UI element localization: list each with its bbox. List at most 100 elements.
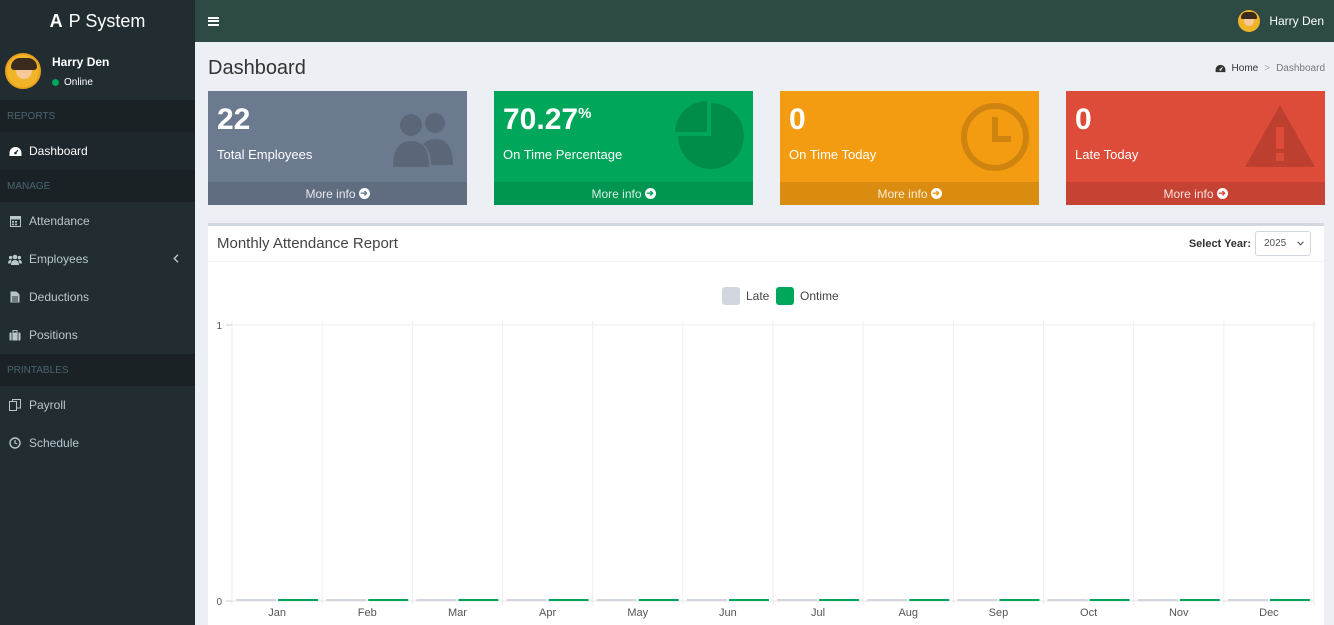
user-panel: Harry Den Online (0, 42, 195, 100)
top-user-name: Harry Den (1269, 14, 1324, 28)
chart-bar-late (596, 599, 637, 601)
chart-bar-ontime (1089, 599, 1130, 601)
hamburger-icon[interactable] (208, 16, 219, 26)
chart-bar-late (326, 599, 367, 601)
chart-bar-late (416, 599, 457, 601)
x-tick-label: Apr (539, 607, 556, 619)
sidebar-item-label: Payroll (29, 398, 66, 412)
stat-label: On Time Today (789, 147, 877, 162)
stat-value: 0 (1075, 103, 1092, 136)
app-logo[interactable]: A P System (0, 0, 195, 42)
x-tick-label: Jul (811, 607, 825, 619)
chart-bar-late (506, 599, 547, 601)
clock-icon (961, 103, 1029, 171)
files-icon (8, 399, 22, 411)
attendance-bar-chart: Late Ontime 1 0 Jan Feb Mar Apr May Jun Jul Aug Sep O… (216, 287, 1315, 619)
user-status-label: Online (64, 76, 93, 88)
stat-label: Late Today (1075, 147, 1139, 162)
chart-bar-ontime (728, 599, 769, 601)
year-select-value: 2025 (1264, 238, 1287, 249)
more-info-link[interactable]: More info ➜ (780, 182, 1039, 205)
breadcrumb-current: Dashboard (1276, 63, 1325, 74)
main-content: Dashboard Home > Dashboard 22 Total Empl… (195, 42, 1334, 625)
x-tick-label: Jun (719, 607, 737, 619)
y-tick-label: 1 (216, 321, 222, 332)
chart-bar-ontime (548, 599, 589, 601)
stat-value: 0 (789, 103, 806, 136)
select-year-label: Select Year: (1188, 237, 1251, 250)
section-header-reports: REPORTS (0, 100, 195, 132)
chevron-down-icon (1297, 239, 1304, 248)
page-title: Dashboard (208, 57, 306, 79)
chart-bar-ontime (278, 599, 319, 601)
chart-bar-ontime (819, 599, 860, 601)
chart-bar-ontime (1269, 599, 1310, 601)
stat-box-total-employees: 22 Total Employees More info ➜ (208, 91, 467, 205)
report-title: Monthly Attendance Report (217, 235, 398, 252)
sidebar-item-dashboard[interactable]: Dashboard (0, 132, 195, 170)
stat-box-on-time-today: 0 On Time Today More info ➜ (780, 91, 1039, 205)
sidebar-item-label: Positions (29, 328, 78, 342)
warning-icon (1245, 105, 1315, 167)
legend-swatch (776, 287, 794, 305)
breadcrumb-home[interactable]: Home (1215, 63, 1259, 74)
logo-text: P System (68, 10, 146, 31)
chevron-left-icon (173, 252, 179, 266)
chart-bar-ontime (1179, 599, 1220, 601)
clock-icon (8, 437, 22, 449)
x-tick-label: Jan (268, 607, 286, 619)
more-info-link[interactable]: More info ➜ (208, 182, 467, 205)
sidebar-item-positions[interactable]: Positions (0, 316, 195, 354)
chart-bar-ontime (368, 599, 409, 601)
more-info-link[interactable]: More info ➜ (1066, 182, 1325, 205)
breadcrumb-separator: > (1264, 63, 1271, 74)
sidebar-item-payroll[interactable]: Payroll (0, 386, 195, 424)
user-menu[interactable]: Harry Den (1238, 10, 1324, 32)
sidebar-item-label: Deductions (29, 290, 90, 304)
stat-label: Total Employees (217, 147, 313, 162)
pie-chart-icon (675, 101, 744, 169)
stat-label: On Time Percentage (503, 147, 623, 162)
sidebar-item-schedule[interactable]: Schedule (0, 424, 195, 462)
chart-bar-ontime (638, 599, 679, 601)
more-info-link[interactable]: More info ➜ (494, 182, 753, 205)
stat-box-on-time-percentage: 70.27% On Time Percentage More info ➜ (494, 91, 753, 205)
users-icon (393, 113, 453, 167)
chart-bar-late (1047, 599, 1088, 601)
breadcrumb-home-label: Home (1231, 63, 1259, 74)
sidebar-item-deductions[interactable]: Deductions (0, 278, 195, 316)
sidebar-item-label: Schedule (29, 436, 80, 450)
sidebar-item-label: Employees (29, 252, 89, 266)
online-status-icon (52, 78, 59, 86)
chart-bar-ontime (909, 599, 950, 601)
monthly-attendance-report: Monthly Attendance Report Select Year: 2… (208, 223, 1324, 625)
user-name: Harry Den (52, 54, 110, 69)
chart-bar-late (957, 599, 998, 601)
year-select[interactable]: 2025 (1255, 231, 1311, 256)
dashboard-icon (8, 146, 22, 157)
x-tick-label: Feb (358, 607, 377, 619)
avatar (5, 53, 41, 89)
sidebar-item-employees[interactable]: Employees (0, 240, 195, 278)
x-tick-label: Mar (448, 607, 467, 619)
stat-boxes: 22 Total Employees More info ➜ 70.27% On … (208, 91, 1325, 205)
sidebar-item-label: Dashboard (29, 144, 88, 158)
chart-bar-late (867, 599, 908, 601)
sidebar: A P System Harry Den Online REPORTS Dash… (0, 0, 195, 625)
dashboard-icon (1215, 64, 1225, 73)
stat-value: 70.27% (503, 103, 592, 136)
x-tick-label: Dec (1259, 607, 1279, 619)
chart-bar-late (1227, 599, 1268, 601)
legend-label: Ontime (800, 289, 839, 303)
section-header-manage: MANAGE (0, 170, 195, 202)
file-icon (8, 291, 22, 303)
logo-strong: A (49, 10, 63, 31)
arrow-circle-right-icon: ➜ (644, 188, 656, 199)
x-tick-label: Nov (1169, 607, 1189, 619)
sidebar-item-attendance[interactable]: Attendance (0, 202, 195, 240)
avatar (1238, 10, 1261, 32)
stat-value: 22 (217, 103, 251, 136)
users-icon (8, 254, 22, 265)
arrow-circle-right-icon: ➜ (358, 188, 370, 199)
top-navbar: Harry Den (195, 0, 1334, 42)
